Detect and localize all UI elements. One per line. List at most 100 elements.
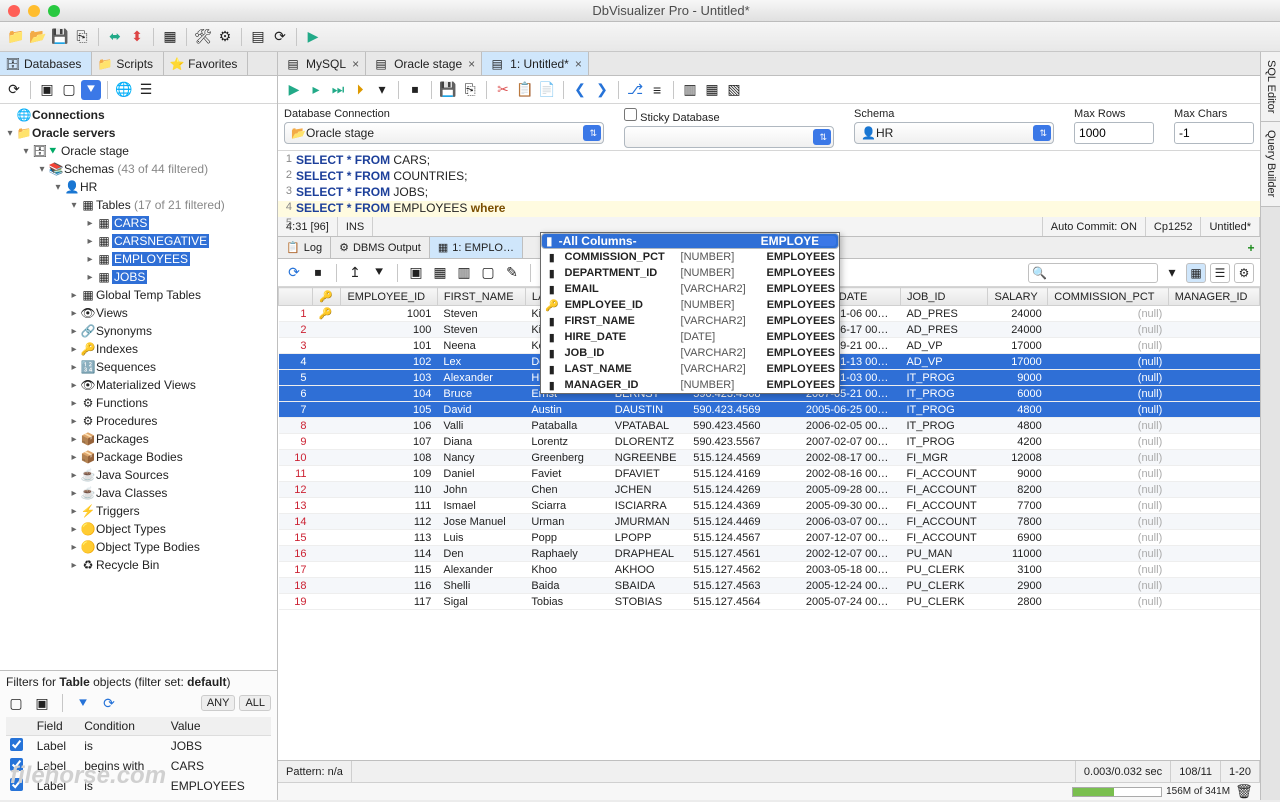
close-tab-icon[interactable]: × xyxy=(352,57,359,71)
tree-item[interactable]: ▾👤HR xyxy=(0,178,277,196)
expand-icon[interactable]: ▢ xyxy=(59,80,79,100)
grid-header[interactable]: MANAGER_ID xyxy=(1168,288,1259,306)
tree-item[interactable]: ▾🗄⯆ Oracle stage xyxy=(0,142,277,160)
sticky-checkbox[interactable] xyxy=(624,108,637,121)
editor-tab[interactable]: ▤MySQL× xyxy=(278,52,366,75)
filter-row[interactable]: LabelisEMPLOYEES xyxy=(6,776,271,796)
table-row[interactable]: 7 105DavidAustinDAUSTIN 590.423.45692005… xyxy=(279,402,1260,418)
refresh-icon[interactable]: ⟳ xyxy=(270,27,290,47)
tree-item[interactable]: ▸▦Global Temp Tables xyxy=(0,286,277,304)
add-result-tab[interactable]: + xyxy=(1242,237,1260,258)
database-select[interactable]: ⇅ xyxy=(624,126,834,148)
disconnect-icon[interactable]: ⬍ xyxy=(127,27,147,47)
nav-tab-scripts[interactable]: 📁Scripts xyxy=(92,52,164,75)
layout2-icon[interactable]: ▦ xyxy=(702,80,722,100)
table-row[interactable]: 10 108NancyGreenbergNGREENBE 515.124.456… xyxy=(279,450,1260,466)
close-tab-icon[interactable]: × xyxy=(575,57,582,71)
result-tab[interactable]: ▦1: EMPLO… xyxy=(430,237,523,258)
maximize-icon[interactable] xyxy=(48,5,60,17)
filter-all-button[interactable]: ALL xyxy=(239,695,271,711)
tree-item[interactable]: ▸🔑Indexes xyxy=(0,340,277,358)
autocomplete-item[interactable]: ▮ DEPARTMENT_ID[NUMBER]EMPLOYEES xyxy=(541,265,839,281)
filter-funnel-icon[interactable]: ⯆ xyxy=(73,693,93,713)
save-all-icon[interactable]: ⎘ xyxy=(72,27,92,47)
dbconn-select[interactable]: 📂 Oracle stage⇅ xyxy=(284,122,604,144)
grid-header[interactable] xyxy=(279,288,313,306)
tree-item[interactable]: ▸🟡Object Type Bodies xyxy=(0,538,277,556)
tree-item[interactable]: ▸⚡Triggers xyxy=(0,502,277,520)
side-tab[interactable]: Query Builder xyxy=(1261,122,1280,206)
dropdown-icon[interactable]: ▾ xyxy=(372,80,392,100)
grid-header[interactable]: JOB_ID xyxy=(900,288,988,306)
tree-item[interactable]: ▸▦JOBS xyxy=(0,268,277,286)
tree-item[interactable]: ▸▦CARS xyxy=(0,214,277,232)
tree-item[interactable]: ▸☕Java Classes xyxy=(0,484,277,502)
copy-icon[interactable]: 📋 xyxy=(515,80,535,100)
sql-editor[interactable]: 1SELECT * FROM CARS;2SELECT * FROM COUNT… xyxy=(278,151,1260,217)
filter-any-button[interactable]: ANY xyxy=(201,695,236,711)
stop-grid-icon[interactable]: ⏹ xyxy=(308,263,328,283)
tree-item[interactable]: ▸⚙Procedures xyxy=(0,412,277,430)
table-row[interactable]: 19 117SigalTobiasSTOBIAS 515.127.4564200… xyxy=(279,594,1260,610)
tree-item[interactable]: ▾▦Tables (17 of 21 filtered) xyxy=(0,196,277,214)
autocomplete-item[interactable]: ▮ -All Columns-EMPLOYEES xyxy=(541,233,839,249)
more-icon[interactable]: ☰ xyxy=(136,80,156,100)
filter-reload-icon[interactable]: ⟳ xyxy=(99,693,119,713)
autocomplete-popup[interactable]: ▮ -All Columns-EMPLOYEES ▮ COMMISSION_PC… xyxy=(540,232,840,394)
collapse-icon[interactable]: ▣ xyxy=(37,80,57,100)
tree-item[interactable]: ▸🔢Sequences xyxy=(0,358,277,376)
autocomplete-item[interactable]: ▮ JOB_ID[VARCHAR2]EMPLOYEES xyxy=(541,345,839,361)
table-row[interactable]: 14 112Jose ManuelUrmanJMURMAN 515.124.44… xyxy=(279,514,1260,530)
maxchars-input[interactable] xyxy=(1174,122,1254,144)
table-row[interactable]: 12 110JohnChenJCHEN 515.124.42692005-09-… xyxy=(279,482,1260,498)
nav-tab-favorites[interactable]: ⭐Favorites xyxy=(164,52,248,75)
tree-item[interactable]: ▸☕Java Sources xyxy=(0,466,277,484)
funnel-icon[interactable]: ⯆ xyxy=(369,263,389,283)
tree-item[interactable]: ▸▦CARSNEGATIVE xyxy=(0,232,277,250)
tree-item[interactable]: ▸📦Package Bodies xyxy=(0,448,277,466)
up-icon[interactable]: ↥ xyxy=(345,263,365,283)
run-step-icon[interactable]: ⏭ xyxy=(328,80,348,100)
table-row[interactable]: 18 116ShelliBaidaSBAIDA 515.127.45632005… xyxy=(279,578,1260,594)
filter-table[interactable]: FieldConditionValueLabelisJOBSLabelbegin… xyxy=(6,717,271,796)
side-tab[interactable]: SQL Editor xyxy=(1261,52,1280,122)
editor-tab[interactable]: ▤1: Untitled*× xyxy=(482,52,589,75)
filter-check[interactable] xyxy=(10,738,23,751)
tree-item[interactable]: ▸▦EMPLOYEES xyxy=(0,250,277,268)
grid-header[interactable]: SALARY xyxy=(988,288,1048,306)
layout1-icon[interactable]: ▥ xyxy=(680,80,700,100)
tree-item[interactable]: ▸📦Packages xyxy=(0,430,277,448)
search-dropdown-icon[interactable]: ▾ xyxy=(1162,263,1182,283)
grid-header[interactable]: COMMISSION_PCT xyxy=(1048,288,1168,306)
remove-filter-icon[interactable]: ▢ xyxy=(6,693,26,713)
table-row[interactable]: 15 113LuisPoppLPOPP 515.124.45672007-12-… xyxy=(279,530,1260,546)
autocomplete-item[interactable]: ▮ EMAIL[VARCHAR2]EMPLOYEES xyxy=(541,281,839,297)
autocomplete-item[interactable]: ▮ HIRE_DATE[DATE]EMPLOYEES xyxy=(541,329,839,345)
table-row[interactable]: 13 111IsmaelSciarraISCIARRA 515.124.4369… xyxy=(279,498,1260,514)
minimize-icon[interactable] xyxy=(28,5,40,17)
tree-item[interactable]: ▸🟡Object Types xyxy=(0,520,277,538)
cut-icon[interactable]: ✂ xyxy=(493,80,513,100)
autocomplete-item[interactable]: 🔑 EMPLOYEE_ID[NUMBER]EMPLOYEES xyxy=(541,297,839,313)
grid-header[interactable]: 🔑 xyxy=(313,288,341,306)
schema-select[interactable]: 👤 HR⇅ xyxy=(854,122,1054,144)
reload-grid-icon[interactable]: ⟳ xyxy=(284,263,304,283)
branch-icon[interactable]: ⎇ xyxy=(625,80,645,100)
grid-search-input[interactable] xyxy=(1028,263,1158,283)
tools-icon[interactable]: 🛠 xyxy=(193,27,213,47)
settings-grid-icon[interactable]: ⚙ xyxy=(1234,263,1254,283)
delete-row-icon[interactable]: ▢ xyxy=(478,263,498,283)
tree-item[interactable]: ▸🔗Synonyms xyxy=(0,322,277,340)
tree-item[interactable]: ▸👁Materialized Views xyxy=(0,376,277,394)
tree-item[interactable]: ▾📚Schemas (43 of 44 filtered) xyxy=(0,160,277,178)
table-row[interactable]: 17 115AlexanderKhooAKHOO 515.127.4562200… xyxy=(279,562,1260,578)
refresh-tree-icon[interactable]: ⟳ xyxy=(4,80,24,100)
grid-icon[interactable]: ▤ xyxy=(248,27,268,47)
save-icon[interactable]: 💾 xyxy=(50,27,70,47)
new-folder-icon[interactable]: 📁 xyxy=(6,27,26,47)
open-folder-icon[interactable]: 📂 xyxy=(28,27,48,47)
explain-icon[interactable]: ⏵ xyxy=(350,80,370,100)
globe-icon[interactable]: 🌐 xyxy=(114,80,134,100)
editor-tab[interactable]: ▤Oracle stage× xyxy=(366,52,482,75)
paste-icon[interactable]: 📄 xyxy=(537,80,557,100)
